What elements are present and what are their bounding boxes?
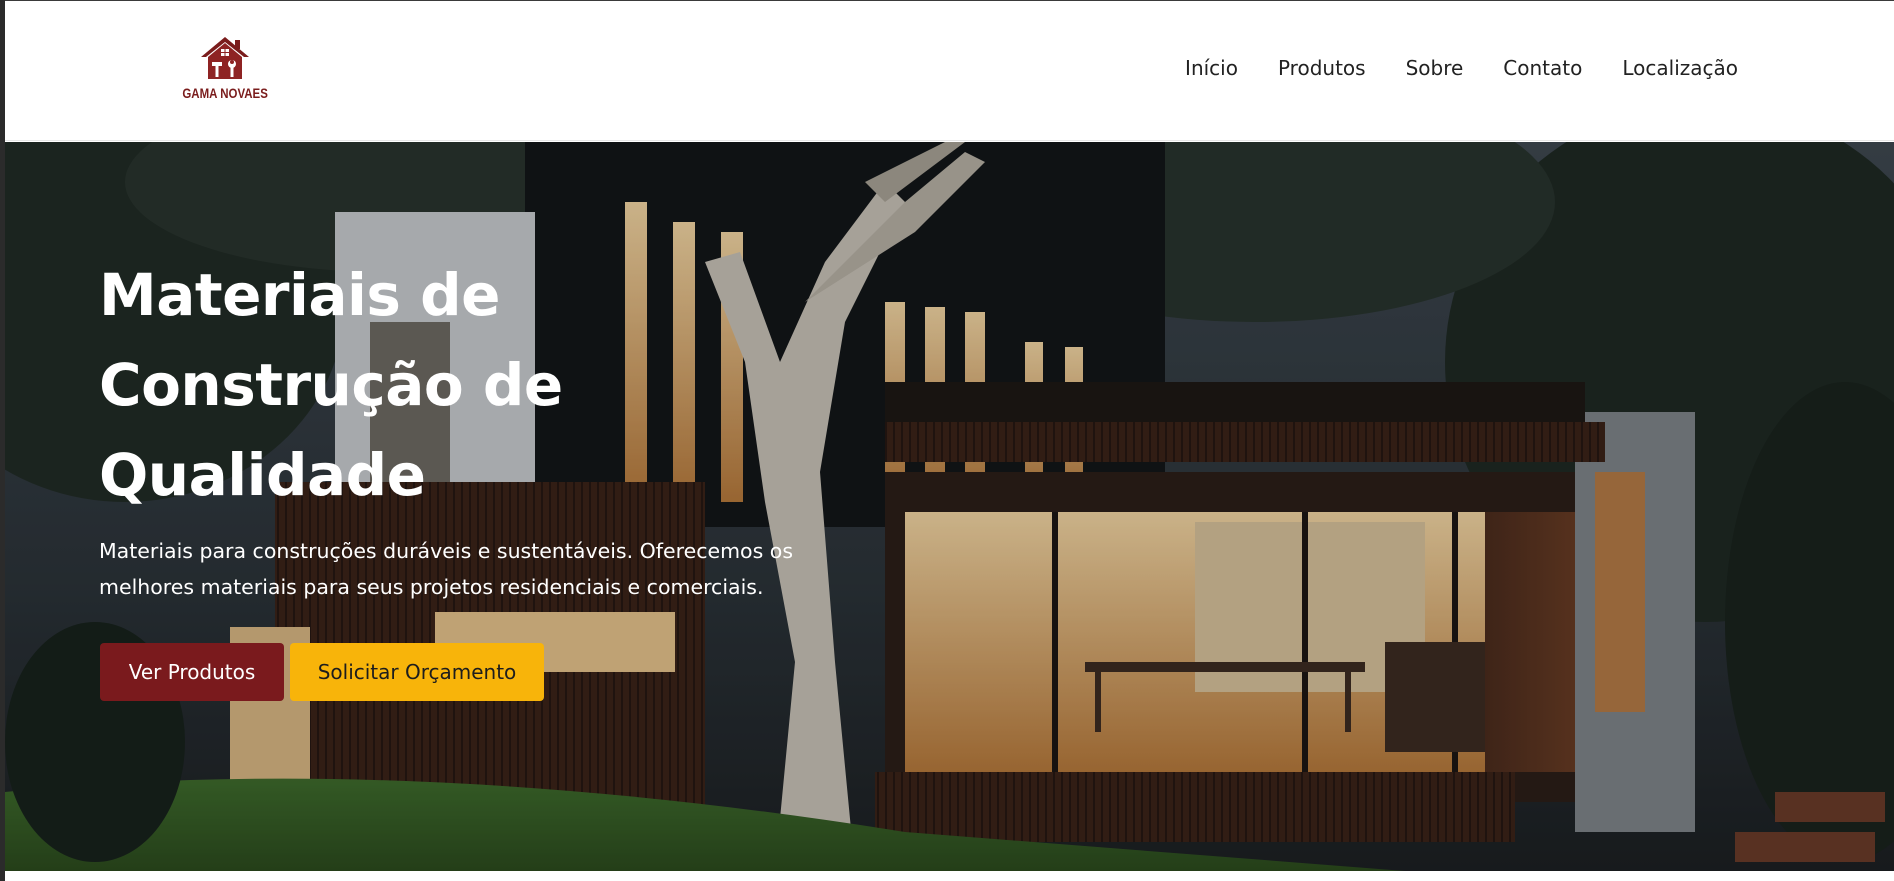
page-bottom-edge [5,871,1894,881]
main-nav: Início Produtos Sobre Contato Localizaçã… [1185,56,1738,80]
house-tools-icon [201,37,249,79]
hero-subtitle: Materiais para construções duráveis e su… [99,539,794,599]
hero-title: Materiais de Construção de Qualidade [99,261,563,509]
browser-viewport: GAMA NOVAES Início Produtos Sobre Contat… [0,0,1894,881]
solicitar-orcamento-button[interactable]: Solicitar Orçamento [290,643,544,701]
hero-section: Materiais de Construção de Qualidade Mat… [5,142,1894,871]
nav-item-contato[interactable]: Contato [1503,56,1582,80]
brand-name: GAMA NOVAES [182,85,268,101]
site-header: GAMA NOVAES Início Produtos Sobre Contat… [5,1,1894,141]
nav-item-localizacao[interactable]: Localização [1622,56,1738,80]
nav-item-inicio[interactable]: Início [1185,56,1238,80]
nav-item-produtos[interactable]: Produtos [1278,56,1366,80]
brand-logo[interactable]: GAMA NOVAES [175,33,275,107]
nav-item-sobre[interactable]: Sobre [1406,56,1464,80]
ver-produtos-button[interactable]: Ver Produtos [100,643,284,701]
